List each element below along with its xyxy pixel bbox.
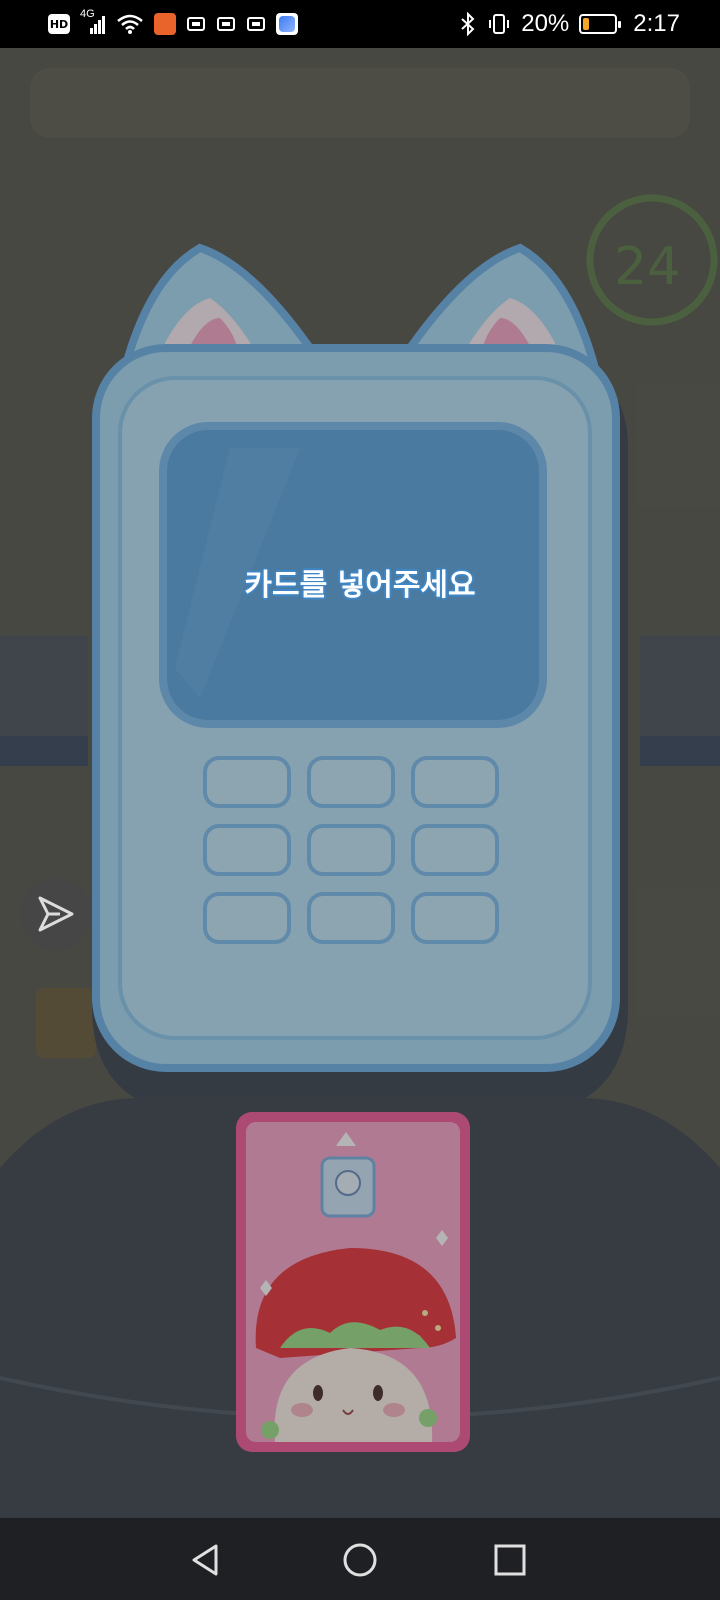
app-notification-icon	[217, 17, 235, 31]
send-icon	[38, 896, 74, 932]
battery-icon	[579, 14, 622, 34]
back-button[interactable]	[178, 1532, 234, 1588]
battery-percent: 20%	[521, 10, 570, 37]
recents-button[interactable]	[482, 1532, 538, 1588]
signal-icon: 4G	[80, 8, 106, 36]
app-notification-icon	[154, 13, 176, 35]
battery-tip	[618, 21, 622, 28]
home-icon	[343, 1543, 377, 1577]
status-bar: HD 4G 20% 2:17	[0, 0, 720, 48]
home-button[interactable]	[332, 1532, 388, 1588]
navigation-bar	[0, 1518, 720, 1600]
browser-icon	[276, 13, 298, 35]
terminal-prompt-text: 카드를 넣어주세요	[244, 568, 476, 603]
overlay-dim	[0, 48, 720, 1518]
back-icon	[192, 1544, 218, 1576]
clock-time: 2:17	[633, 10, 680, 37]
vibrate-icon	[489, 14, 510, 34]
recents-icon	[494, 1544, 526, 1576]
status-left: HD 4G	[48, 8, 298, 38]
hd-icon: HD	[48, 14, 70, 34]
bluetooth-icon	[461, 12, 475, 36]
share-button[interactable]	[20, 878, 92, 950]
status-right: 20% 2:17	[459, 10, 680, 38]
app-notification-icon	[247, 17, 265, 31]
game-scene[interactable]: 24 카드를 넣어주세요	[0, 48, 720, 1518]
battery-level-fill	[583, 18, 590, 30]
app-notification-icon	[187, 17, 205, 31]
wifi-icon	[117, 14, 143, 34]
